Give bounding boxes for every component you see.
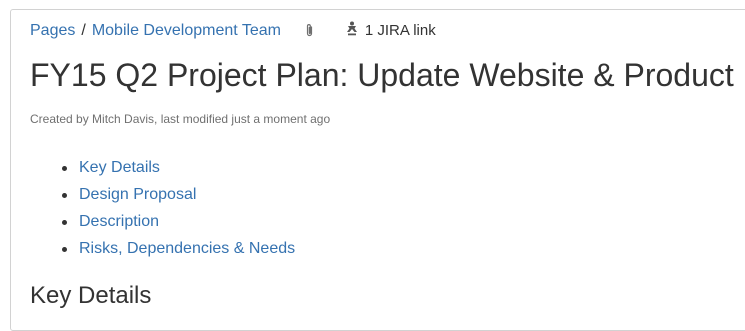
page-container: Pages / Mobile Development Team 1 JIRA lin… [10,9,745,331]
toc-item: Risks, Dependencies & Needs [61,239,295,266]
toc-item: Description [61,212,295,239]
section-heading-key-details: Key Details [30,282,152,309]
toc-item: Key Details [61,158,295,185]
toc-link-risks[interactable]: Risks, Dependencies & Needs [79,240,295,257]
breadcrumb: Pages / Mobile Development Team 1 JIRA lin… [30,21,436,41]
jira-icon [345,21,359,43]
toc-link-key-details[interactable]: Key Details [79,159,160,176]
page-byline: Created by Mitch Davis, last modified ju… [30,112,331,126]
paperclip-icon[interactable] [305,23,314,44]
toc-link-design-proposal[interactable]: Design Proposal [79,186,196,203]
breadcrumb-space-link[interactable]: Mobile Development Team [92,22,281,39]
toc-link-description[interactable]: Description [79,213,159,230]
table-of-contents: Key Details Design Proposal Description … [30,158,295,266]
jira-link-label: 1 JIRA link [364,22,436,39]
breadcrumb-pages-link[interactable]: Pages [30,22,75,39]
page-title: FY15 Q2 Project Plan: Update Website & P… [30,57,734,93]
toc-item: Design Proposal [61,185,295,212]
breadcrumb-separator: / [81,22,86,39]
jira-link[interactable]: 1 JIRA link [345,21,436,43]
